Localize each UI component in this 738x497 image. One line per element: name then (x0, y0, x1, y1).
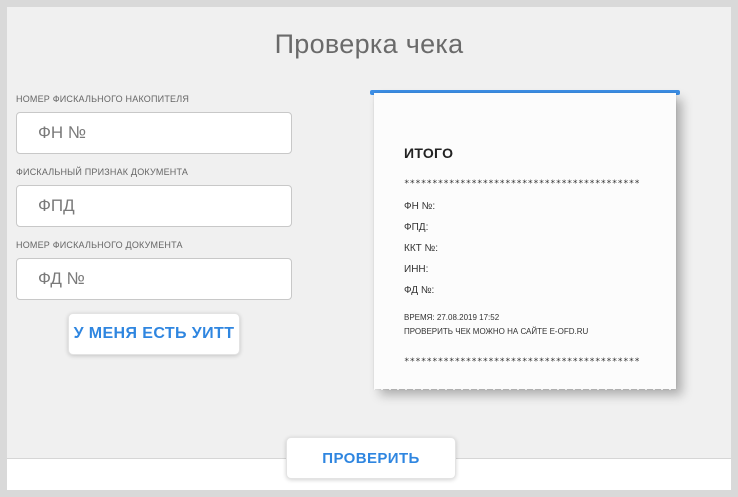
receipt-fd: ФД №: (404, 285, 435, 296)
receipt-site-note: Проверить чек можно на сайте E-OFD.RU (404, 327, 589, 336)
receipt-divider-top: ****************************************… (404, 179, 640, 189)
receipt-fn: ФН №: (404, 201, 436, 212)
fd-label: Номер фискального документа (16, 240, 183, 250)
receipt-total: ИТОГО (404, 145, 454, 161)
fpd-label: Фискальный признак документа (16, 167, 189, 177)
receipt-kkt: ККТ №: (404, 243, 439, 254)
receipt-inn: ИНН: (404, 264, 429, 275)
uitt-button[interactable]: У МЕНЯ ЕСТЬ УИТТ (68, 313, 240, 355)
check-receipt-panel: Проверка чека Номер фискального накопите… (7, 7, 731, 490)
receipt-torn-edge (374, 385, 676, 393)
check-button[interactable]: ПРОВЕРИТЬ (286, 437, 456, 479)
receipt-time: Время: 27.08.2019 17:52 (404, 313, 500, 322)
fd-input[interactable] (16, 258, 292, 300)
fn-input[interactable] (16, 112, 292, 154)
fpd-input[interactable] (16, 185, 292, 227)
page-title: Проверка чека (274, 29, 464, 59)
receipt-divider-bottom: ****************************************… (404, 357, 640, 367)
receipt-fpd: ФПД: (404, 222, 429, 233)
fn-label: Номер фискального накопителя (16, 94, 190, 104)
receipt-preview: ИТОГО **********************************… (374, 93, 676, 389)
